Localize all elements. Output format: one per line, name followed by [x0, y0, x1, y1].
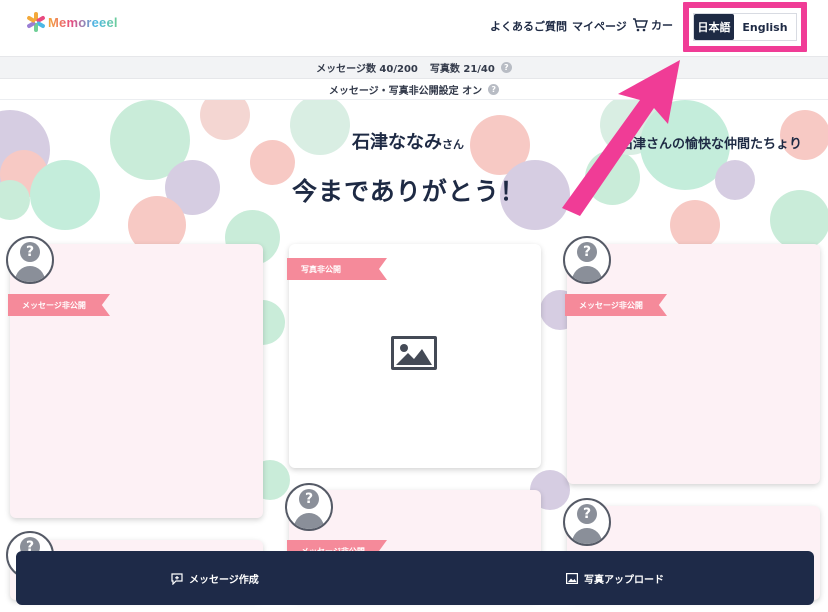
nav-mypage-link[interactable]: マイページ [572, 18, 627, 34]
site-header: Memoreeel よくあるご質問 マイページ カー 日本語 English [0, 0, 828, 56]
nav-cart-link[interactable]: カー [632, 17, 673, 33]
decor-dot [770, 190, 828, 250]
upload-photo-label: 写真アップロード [584, 575, 664, 586]
message-count: メッセージ数 40/200 [316, 64, 418, 75]
decor-dot [715, 160, 755, 200]
message-add-icon [171, 572, 183, 585]
decor-dot [290, 95, 350, 155]
message-card[interactable] [567, 244, 820, 484]
image-placeholder-icon [391, 336, 437, 370]
language-switcher: 日本語 English [693, 13, 797, 41]
avatar-icon: ? [563, 236, 611, 284]
avatar-icon: ? [285, 483, 333, 531]
help-icon[interactable]: ? [488, 83, 500, 95]
decor-dot [30, 160, 100, 230]
photo-hidden-ribbon: 写真非公開 [287, 258, 387, 280]
lang-english-button[interactable]: English [734, 14, 796, 40]
cart-label: カー [651, 19, 673, 32]
annotation-arrow-icon [562, 60, 680, 216]
message-hidden-ribbon: メッセージ非公開 [8, 294, 110, 316]
create-message-button[interactable]: メッセージ作成 [171, 571, 259, 586]
avatar-icon: ? [6, 236, 54, 284]
avatar-icon: ? [563, 498, 611, 546]
recipient-name-text: 石津ななみ [352, 132, 442, 153]
decor-dot [250, 140, 295, 185]
board-headline: 今までありがとう！ [292, 177, 526, 206]
count-bar: メッセージ数 40/200 写真数 21/40 ? [0, 56, 828, 78]
lang-japanese-button[interactable]: 日本語 [694, 14, 734, 40]
logo-text: Memoreeel [48, 14, 118, 30]
logo-mark-icon [26, 12, 46, 32]
create-message-label: メッセージ作成 [189, 575, 259, 586]
cart-icon [633, 18, 648, 32]
language-switcher-highlight: 日本語 English [683, 2, 807, 52]
message-card[interactable] [10, 244, 263, 518]
recipient-name: 石津ななみさん [352, 128, 464, 154]
photo-count: 写真数 21/40 [429, 64, 495, 75]
message-hidden-ribbon: メッセージ非公開 [565, 294, 667, 316]
help-icon[interactable]: ? [500, 62, 512, 73]
photo-upload-icon [566, 573, 578, 584]
privacy-bar: メッセージ・写真非公開設定 オン ? [0, 78, 828, 100]
privacy-setting: メッセージ・写真非公開設定 オン [328, 85, 483, 97]
recipient-suffix: さん [442, 138, 464, 151]
nav-faq-link[interactable]: よくあるご質問 [490, 18, 567, 34]
bottom-action-bar: メッセージ作成 写真アップロード [16, 551, 814, 605]
upload-photo-button[interactable]: 写真アップロード [566, 571, 664, 586]
memoreeel-logo[interactable]: Memoreeel [26, 12, 118, 32]
